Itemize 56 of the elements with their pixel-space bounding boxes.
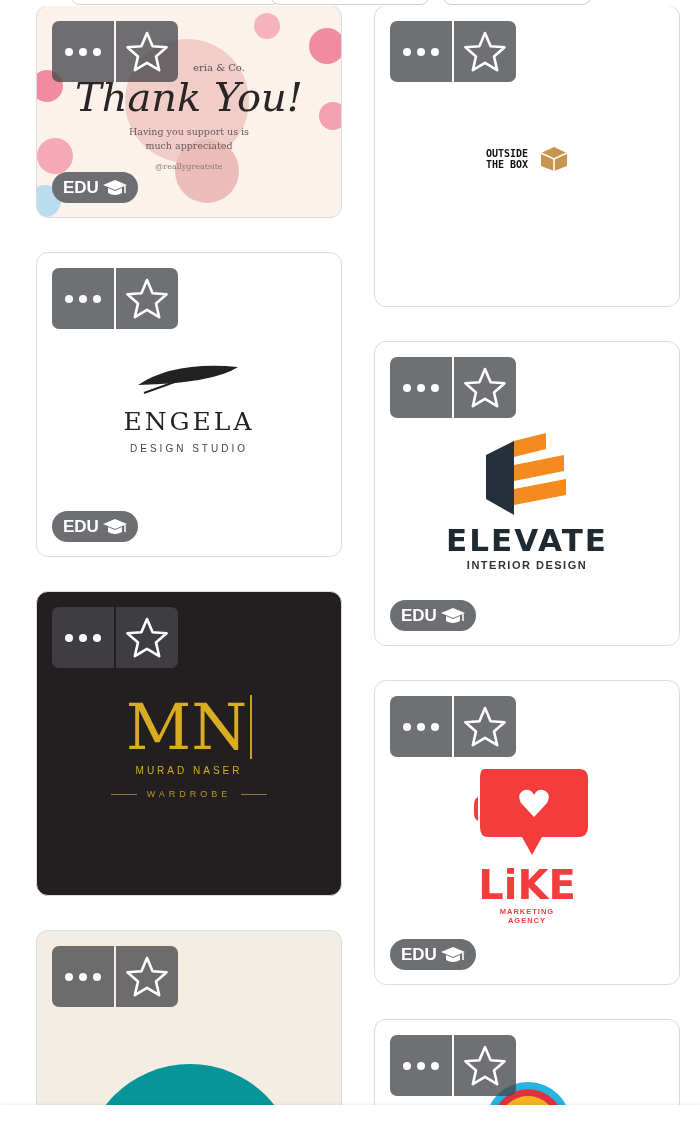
- edu-badge: EDU: [52, 511, 138, 542]
- website-text: @reallygreatsite: [155, 161, 223, 174]
- template-card[interactable]: MN MURAD NASER WARDROBE: [36, 591, 342, 896]
- more-icon: [65, 47, 101, 56]
- more-icon: [403, 383, 439, 392]
- logo-subtitle: INTERIOR DESIGN: [466, 558, 588, 574]
- more-button[interactable]: [390, 696, 452, 757]
- logo-subtitle: WARDROBE: [146, 788, 232, 802]
- graduation-cap-icon: [101, 517, 128, 536]
- more-icon: [65, 972, 101, 981]
- card-heading: Thank You!: [75, 74, 303, 119]
- favorite-button[interactable]: [116, 607, 178, 668]
- logo-title: ENGELA: [123, 406, 255, 439]
- more-icon: [65, 294, 101, 303]
- favorite-button[interactable]: [116, 946, 178, 1007]
- template-card[interactable]: ELEVATE INTERIOR DESIGN EDU: [374, 341, 680, 646]
- brand-name: eria & Co.: [193, 60, 245, 75]
- template-card[interactable]: OUTSIDE THE BOX: [374, 5, 680, 307]
- logo-icon: [486, 433, 568, 516]
- template-card[interactable]: eria & Co. Thank You! Having you support us is much appreciated @reallygreatsite EDU: [36, 5, 342, 218]
- edu-badge: EDU: [52, 172, 138, 203]
- more-button[interactable]: [52, 946, 114, 1007]
- template-card[interactable]: ENGELA DESIGN STUDIO EDU: [36, 252, 342, 557]
- more-icon: [403, 47, 439, 56]
- monogram-text: MN: [125, 695, 253, 760]
- logo-title: LiKE: [478, 862, 576, 907]
- logo-subtitle: DESIGN STUDIO: [130, 441, 248, 456]
- favorite-button[interactable]: [116, 268, 178, 329]
- divider-line: [110, 794, 137, 796]
- more-button[interactable]: [390, 21, 452, 82]
- favorite-button[interactable]: [454, 1035, 516, 1096]
- more-icon: [65, 633, 101, 642]
- more-button[interactable]: [52, 607, 114, 668]
- box-icon: [540, 146, 568, 172]
- divider-line: [241, 794, 268, 796]
- favorite-button[interactable]: [454, 21, 516, 82]
- favorite-button[interactable]: [454, 357, 516, 418]
- graduation-cap-icon: [439, 606, 466, 625]
- logo-title: MURAD NASER: [135, 764, 243, 779]
- more-button[interactable]: [52, 268, 114, 329]
- edu-badge: EDU: [390, 600, 476, 631]
- favorite-button[interactable]: [454, 696, 516, 757]
- more-button[interactable]: [390, 357, 452, 418]
- template-card[interactable]: [36, 930, 342, 1106]
- logo-title: ELEVATE: [446, 523, 608, 558]
- message-text: Having you support us is much appreciated: [128, 124, 250, 153]
- template-card[interactable]: [374, 1019, 680, 1105]
- more-button[interactable]: [390, 1035, 452, 1096]
- edu-badge: EDU: [390, 939, 476, 970]
- graduation-cap-icon: [439, 945, 466, 964]
- favorite-button[interactable]: [116, 21, 178, 82]
- more-icon: [403, 1061, 439, 1070]
- more-button[interactable]: [52, 21, 114, 82]
- logo-title: OUTSIDE THE BOX: [486, 148, 530, 170]
- graduation-cap-icon: [101, 178, 128, 197]
- more-icon: [403, 722, 439, 731]
